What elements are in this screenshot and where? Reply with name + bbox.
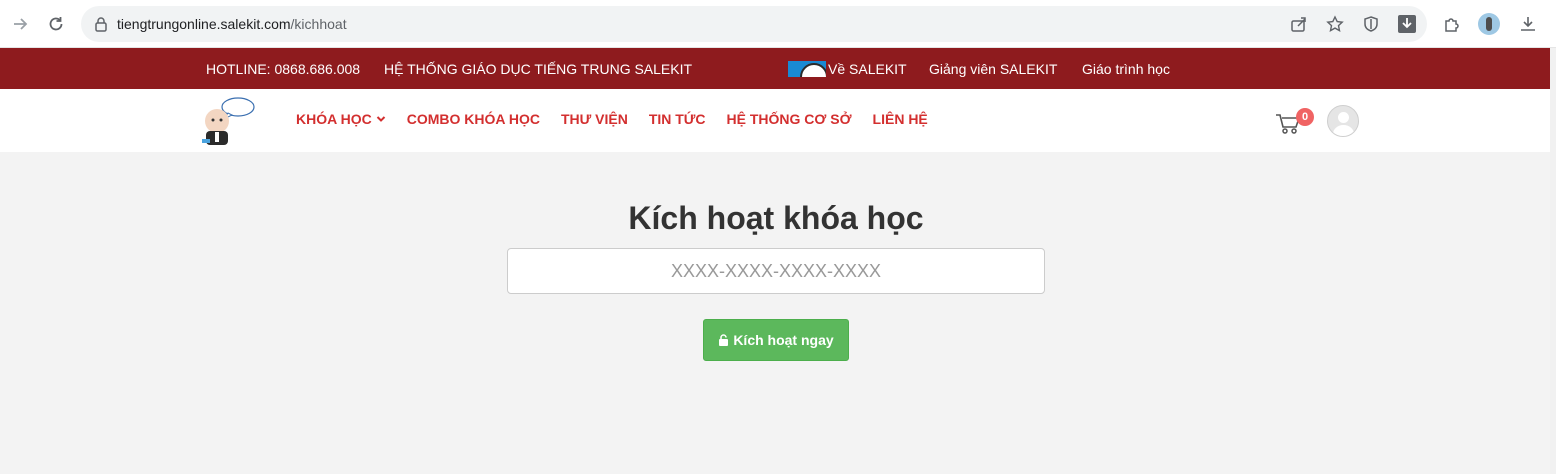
system-link[interactable]: HỆ THỐNG GIÁO DỤC TIẾNG TRUNG SALEKIT [384,61,692,77]
nav-item-label: KHÓA HỌC [296,111,372,127]
unlock-icon [719,334,729,346]
cart-count-badge: 0 [1296,108,1314,126]
puzzle-icon[interactable] [1440,12,1464,36]
nav-item-combo[interactable]: COMBO KHÓA HỌC [407,111,540,127]
lock-icon [93,16,109,32]
nav-item-courses[interactable]: KHÓA HỌC [296,111,386,127]
profile-icon[interactable] [1477,12,1501,36]
nav-item-branches[interactable]: HỆ THỐNG CƠ SỞ [727,111,852,127]
activation-code-input[interactable] [507,248,1045,294]
share-icon[interactable] [1287,14,1311,34]
about-link[interactable]: Về SALEKIT [828,61,907,77]
flag-icon [788,61,826,77]
star-icon[interactable] [1323,14,1347,34]
nav-item-label: TIN TỨC [648,111,706,127]
page-title: Kích hoạt khóa học [628,200,924,236]
activate-button-label: Kích hoạt ngay [733,332,834,348]
chevron-down-icon [376,116,385,122]
curriculum-link[interactable]: Giáo trình học [1082,61,1170,77]
nav-item-label: THƯ VIỆN [560,111,628,127]
nav-item-library[interactable]: THƯ VIỆN [561,111,628,127]
page-scrollbar[interactable] [1550,48,1556,474]
url-host: tiengtrungonline.salekit.com [117,16,291,32]
nav-item-label: LIÊN HỆ [872,111,928,127]
browser-toolbar: tiengtrungonline.salekit.com/kichhoat [0,0,1556,48]
nav-item-contact[interactable]: LIÊN HỆ [873,111,928,127]
back-arrow-icon[interactable] [8,12,32,36]
activate-button[interactable]: Kích hoạt ngay [703,319,849,361]
url-text: tiengtrungonline.salekit.com/kichhoat [117,16,347,32]
site-logo[interactable] [200,95,256,145]
url-path: /kichhoat [290,16,347,32]
user-avatar-icon[interactable] [1327,105,1359,137]
nav-item-label: COMBO KHÓA HỌC [406,111,540,127]
reload-icon[interactable] [44,12,68,36]
profile-avatar [1478,13,1500,35]
nav-item-label: HỆ THỐNG CƠ SỞ [726,111,852,127]
top-info-bar: HOTLINE: 0868.686.008 HỆ THỐNG GIÁO DỤC … [0,48,1550,89]
address-bar[interactable]: tiengtrungonline.salekit.com/kichhoat [81,6,1427,42]
shield-icon[interactable] [1359,14,1383,34]
download-ext-icon[interactable] [1395,14,1419,34]
nav-item-news[interactable]: TIN TỨC [649,111,706,127]
download-icon[interactable] [1516,12,1540,36]
teachers-link[interactable]: Giảng viên SALEKIT [929,61,1057,77]
hotline-link[interactable]: HOTLINE: 0868.686.008 [206,61,360,77]
main-nav: KHÓA HỌC COMBO KHÓA HỌC THƯ VIỆN TIN TỨC… [296,111,949,127]
site-header: KHÓA HỌC COMBO KHÓA HỌC THƯ VIỆN TIN TỨC… [0,89,1550,152]
